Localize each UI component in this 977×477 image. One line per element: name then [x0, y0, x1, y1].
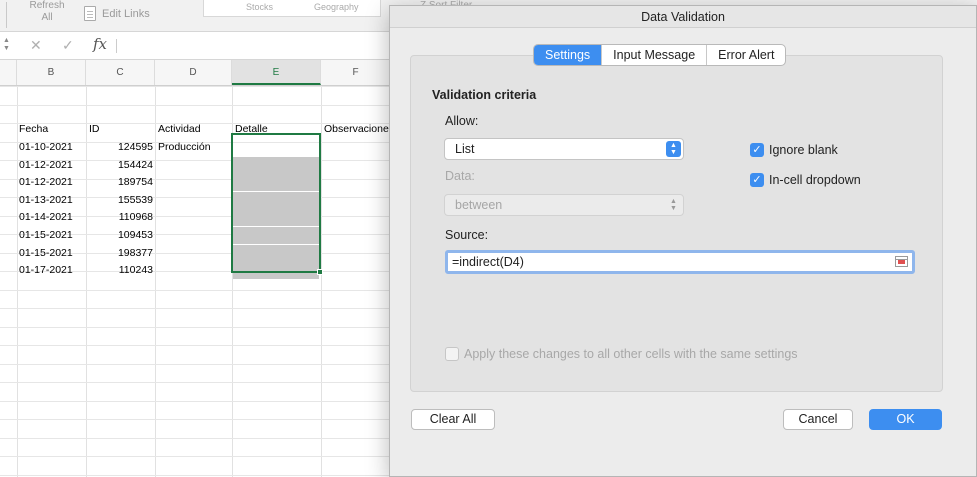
- cell-id[interactable]: 124595: [87, 138, 153, 156]
- cell-actividad[interactable]: [158, 156, 232, 174]
- cell-actividad[interactable]: Producción: [158, 138, 232, 156]
- source-input[interactable]: =indirect(D4): [445, 250, 915, 274]
- cell-actividad[interactable]: [158, 226, 232, 244]
- apply-all-checkbox[interactable]: Apply these changes to all other cells w…: [445, 347, 798, 361]
- column-header-d[interactable]: D: [155, 60, 232, 85]
- geography-data-type[interactable]: Geography: [314, 2, 359, 12]
- cell-actividad[interactable]: [158, 208, 232, 226]
- cell-actividad[interactable]: [158, 244, 232, 262]
- popup-stepper-icon: ▲ ▼: [670, 198, 677, 212]
- range-picker-icon[interactable]: [895, 256, 908, 267]
- edit-links-button[interactable]: Edit Links: [84, 6, 150, 21]
- edit-links-label: Edit Links: [102, 7, 150, 20]
- header-fecha[interactable]: Fecha: [19, 120, 85, 138]
- ok-button[interactable]: OK: [869, 409, 942, 430]
- fill-handle[interactable]: [317, 269, 323, 275]
- ribbon-separator: [6, 2, 7, 28]
- column-header-f[interactable]: F: [321, 60, 391, 85]
- selected-range[interactable]: [231, 133, 321, 273]
- validation-criteria-heading: Validation criteria: [432, 88, 537, 102]
- enter-formula-button[interactable]: ✓: [62, 37, 74, 54]
- column-header-e[interactable]: E: [232, 60, 321, 85]
- source-label: Source:: [445, 228, 489, 242]
- cell-fecha[interactable]: 01-12-2021: [19, 173, 85, 191]
- clear-all-button[interactable]: Clear All: [411, 409, 495, 430]
- cell-actividad[interactable]: [158, 173, 232, 191]
- cell-id[interactable]: 189754: [87, 173, 153, 191]
- name-box-stepper-icon[interactable]: ▲ ▼: [3, 37, 10, 53]
- cell-fecha[interactable]: 01-15-2021: [19, 226, 85, 244]
- header-actividad[interactable]: Actividad: [158, 120, 232, 138]
- data-select-value: between: [455, 198, 503, 212]
- cell-id[interactable]: 198377: [87, 244, 153, 262]
- column-header-b[interactable]: B: [17, 60, 86, 85]
- cell-fecha[interactable]: 01-15-2021: [19, 244, 85, 262]
- tab-settings[interactable]: Settings: [534, 45, 602, 65]
- edit-links-icon: [84, 6, 96, 21]
- tab-error-alert[interactable]: Error Alert: [706, 45, 785, 65]
- settings-panel: Validation criteria Allow: List ▲ ▼ Data:…: [410, 55, 943, 392]
- cell-id[interactable]: 155539: [87, 191, 153, 209]
- allow-label: Allow:: [445, 114, 479, 128]
- cell-id[interactable]: 154424: [87, 156, 153, 174]
- apply-all-label: Apply these changes to all other cells w…: [464, 347, 798, 361]
- popup-stepper-icon: ▲ ▼: [666, 141, 681, 157]
- cell-id[interactable]: 109453: [87, 226, 153, 244]
- cell-fecha[interactable]: 01-14-2021: [19, 208, 85, 226]
- data-select[interactable]: between ▲ ▼: [444, 194, 684, 216]
- checkmark-icon: ✓: [750, 173, 764, 187]
- data-validation-dialog: Data Validation Settings Input Message E…: [389, 5, 977, 477]
- allow-select[interactable]: List ▲ ▼: [444, 138, 684, 160]
- cancel-button[interactable]: Cancel: [783, 409, 853, 430]
- cell-actividad[interactable]: [158, 191, 232, 209]
- checkmark-icon: ✓: [750, 143, 764, 157]
- data-label: Data:: [445, 169, 475, 183]
- cell-id[interactable]: 110243: [87, 261, 153, 279]
- ignore-blank-checkbox[interactable]: ✓ Ignore blank: [750, 143, 838, 157]
- select-all-corner[interactable]: [0, 60, 17, 85]
- tab-bar: Settings Input Message Error Alert: [533, 44, 787, 66]
- source-input-value: =indirect(D4): [452, 255, 524, 269]
- insert-function-button[interactable]: fx: [93, 35, 107, 53]
- cell-fecha[interactable]: 01-17-2021: [19, 261, 85, 279]
- in-cell-dropdown-label: In-cell dropdown: [769, 173, 861, 187]
- header-observaciones[interactable]: Observaciones: [324, 120, 391, 138]
- allow-select-value: List: [455, 142, 475, 156]
- checkbox-empty-icon: [445, 347, 459, 361]
- in-cell-dropdown-checkbox[interactable]: ✓ In-cell dropdown: [750, 173, 861, 187]
- dialog-title: Data Validation: [390, 6, 976, 28]
- cell-fecha[interactable]: 01-10-2021: [19, 138, 85, 156]
- cancel-formula-button[interactable]: ✕: [30, 37, 42, 54]
- column-header-c[interactable]: C: [86, 60, 155, 85]
- ignore-blank-label: Ignore blank: [769, 143, 838, 157]
- data-types-gallery[interactable]: Stocks Geography: [203, 0, 381, 17]
- header-id[interactable]: ID: [89, 120, 149, 138]
- cell-fecha[interactable]: 01-13-2021: [19, 191, 85, 209]
- cell-actividad[interactable]: [158, 261, 232, 279]
- cell-id[interactable]: 110968: [87, 208, 153, 226]
- refresh-all-button[interactable]: Refresh All: [26, 0, 68, 24]
- stocks-data-type[interactable]: Stocks: [246, 2, 273, 12]
- formula-divider: [116, 39, 117, 53]
- tab-input-message[interactable]: Input Message: [601, 45, 706, 65]
- cell-fecha[interactable]: 01-12-2021: [19, 156, 85, 174]
